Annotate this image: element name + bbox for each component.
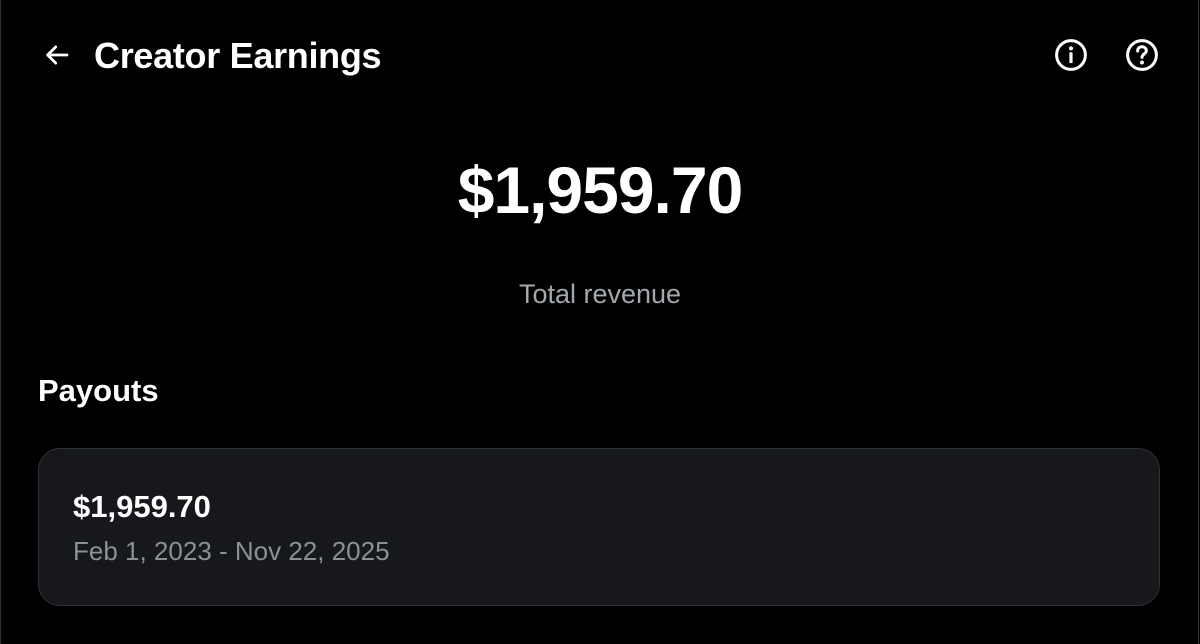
info-button[interactable] <box>1050 36 1092 78</box>
payout-amount: $1,959.70 <box>73 489 211 524</box>
page-title: Creator Earnings <box>94 35 382 76</box>
left-border <box>0 0 1 644</box>
payout-card[interactable]: $1,959.70 Feb 1, 2023 - Nov 22, 2025 <box>38 448 1160 606</box>
help-button[interactable] <box>1121 36 1163 78</box>
total-revenue-label: Total revenue <box>518 279 682 309</box>
arrow-left-icon <box>42 40 72 75</box>
question-circle-icon <box>1124 37 1160 78</box>
payouts-heading: Payouts <box>38 373 159 408</box>
payout-date-range: Feb 1, 2023 - Nov 22, 2025 <box>73 536 390 566</box>
back-button[interactable] <box>36 36 78 78</box>
total-revenue-amount: $1,959.70 <box>457 153 744 227</box>
page-header: Creator Earnings <box>0 22 1200 90</box>
creator-earnings-page: Creator Earnings $1,959.70 Total revenue <box>0 0 1200 644</box>
right-border <box>1198 0 1199 644</box>
info-circle-icon <box>1053 37 1089 78</box>
